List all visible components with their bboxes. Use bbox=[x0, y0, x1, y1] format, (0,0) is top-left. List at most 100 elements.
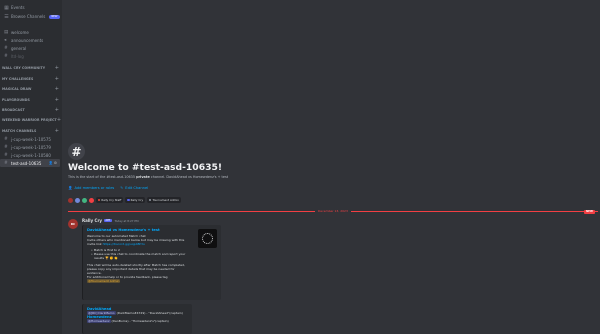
new-badge: NEW bbox=[584, 209, 595, 214]
channel-general[interactable]: # general bbox=[0, 45, 62, 53]
channel-label: announcements bbox=[11, 38, 44, 44]
channel-j-cup-10579[interactable]: # j-cup-week-1-10579 bbox=[0, 144, 62, 152]
sidebar-item-events[interactable]: ▦ Events bbox=[0, 3, 62, 12]
category-label: WEEKEND WARRIOR PROJECT bbox=[2, 118, 57, 123]
team-line: @Homewdenz (DenBurns) - "Homewdenz's"(ca… bbox=[87, 319, 188, 324]
role-label: Rally Cry bbox=[130, 198, 144, 202]
channel-label: j-cup-week-1-10575 bbox=[11, 137, 51, 143]
category-weekend-warrior[interactable]: WEEKEND WARRIOR PROJECT + bbox=[0, 115, 62, 125]
calendar-icon: ▦ bbox=[4, 4, 9, 11]
add-channel-icon[interactable]: + bbox=[55, 86, 59, 92]
subtitle-private: private bbox=[136, 175, 150, 179]
channel-hash-icon: # bbox=[68, 143, 85, 160]
category-label: BROADCAST bbox=[2, 107, 25, 112]
welcome-title: Welcome to #test-asd-10635! bbox=[68, 162, 223, 173]
announcement-icon: ◂ bbox=[4, 38, 7, 44]
avatar[interactable] bbox=[75, 197, 80, 203]
team-line-text: (DarkMemo#4729) - "DavidAhead"(captain) bbox=[115, 311, 183, 315]
browse-icon: ☰ bbox=[4, 13, 9, 20]
category-magical-draw[interactable]: MAGICAL DRAW + bbox=[0, 84, 62, 94]
welcome-subtitle: This is the start of the #test-asd-10635… bbox=[68, 175, 228, 179]
embed-thumbnail[interactable] bbox=[198, 229, 217, 248]
channel-welcome[interactable]: ▤ welcome bbox=[0, 29, 62, 37]
discord-window: ▦ Events ☰ Browse Channels NEW ▤ welcome… bbox=[0, 0, 600, 334]
add-channel-icon[interactable]: + bbox=[55, 65, 59, 71]
welcome-actions: 👤 Add members or roles ✎ Edit Channel bbox=[68, 186, 148, 190]
channel-j-cup-10580[interactable]: # j-cup-week-1-10580 bbox=[0, 152, 62, 160]
role-pill-staff[interactable]: Rally Cry Staff bbox=[96, 197, 124, 203]
category-wall-cry-community[interactable]: WALL CRY COMMUNITY + bbox=[0, 63, 62, 73]
hash-icon: # bbox=[4, 160, 8, 166]
channel-label: general bbox=[11, 45, 27, 51]
subtitle-text: channel. DavidAhead vs Homewdenz's + tes… bbox=[149, 175, 229, 179]
add-channel-icon[interactable]: + bbox=[55, 76, 59, 82]
role-color-dot bbox=[98, 198, 101, 202]
add-members-label: Add members or roles bbox=[74, 186, 115, 190]
channel-announcements[interactable]: ◂ announcements bbox=[0, 37, 62, 45]
hash-icon: # bbox=[4, 137, 8, 143]
subtitle-text: This is the start of the #test-asd-10635 bbox=[68, 175, 137, 179]
category-label: PLAYGROUNDS bbox=[2, 97, 30, 102]
channel-label: j-cup-week-1-10579 bbox=[11, 145, 51, 151]
category-label: MY CHALLENGES bbox=[2, 76, 34, 81]
category-match-channels[interactable]: MATCH CHANNELS + bbox=[0, 126, 62, 136]
divider-date: December 13, 2023 bbox=[315, 209, 351, 213]
role-mention[interactable]: @Tournament Admin bbox=[87, 278, 121, 283]
channel-sidebar: ▦ Events ☰ Browse Channels NEW ▤ welcome… bbox=[0, 0, 62, 334]
channel-label: j-cup-week-1-10580 bbox=[11, 152, 51, 158]
avatar[interactable] bbox=[82, 197, 87, 203]
team-line-text: (DenBurns) - "Homewdenz's"(captain) bbox=[110, 319, 169, 324]
category-broadcast[interactable]: BROADCAST + bbox=[0, 105, 62, 115]
channel-test-asd-10635[interactable]: # test-asd-10635 👤 ⚙ bbox=[0, 159, 60, 168]
logo-ring-icon bbox=[202, 233, 213, 244]
rules-icon: ▤ bbox=[4, 30, 9, 36]
edit-channel-link[interactable]: ✎ Edit Channel bbox=[120, 186, 148, 190]
hash-icon: # bbox=[4, 145, 8, 151]
add-channel-icon[interactable]: + bbox=[55, 107, 59, 113]
hash-icon: # bbox=[4, 45, 8, 51]
invite-link[interactable]: https://discord.gg/uqp48hYu bbox=[103, 242, 145, 246]
sidebar-item-browse-channels[interactable]: ☰ Browse Channels NEW bbox=[0, 12, 62, 21]
role-label: Tournament Admin bbox=[152, 198, 179, 202]
embed-text: invite link bbox=[87, 242, 103, 247]
role-label: Rally Cry Staff bbox=[101, 198, 122, 202]
chat-area: # Welcome to #test-asd-10635! This is th… bbox=[62, 0, 600, 334]
app-tag: APP bbox=[104, 218, 112, 223]
hash-icon: # bbox=[4, 53, 8, 59]
add-channel-icon[interactable]: + bbox=[57, 117, 61, 123]
category-label: MATCH CHANNELS bbox=[2, 128, 37, 133]
message-header: Rally Cry APP Today at 8:27 PM bbox=[82, 218, 139, 223]
role-color-dot bbox=[127, 198, 130, 202]
user-mention[interactable]: @Homewdenz bbox=[87, 319, 111, 324]
channel-label: test-asd-10635 bbox=[11, 160, 42, 166]
embed-line: @Tournament Admin bbox=[87, 278, 217, 283]
role-pill-tournament-admin[interactable]: Tournament Admin bbox=[147, 197, 181, 203]
new-badge: NEW bbox=[49, 14, 60, 19]
edit-channel-label: Edit Channel bbox=[125, 186, 149, 190]
message-embed-teams: DavidAhead @[RC] DarkMemo (DarkMemo#4729… bbox=[82, 304, 192, 334]
avatar[interactable] bbox=[68, 197, 73, 203]
category-my-challenges[interactable]: MY CHALLENGES + bbox=[0, 74, 62, 84]
channel-ltd-log[interactable]: # ltd-log bbox=[0, 52, 62, 60]
category-label: WALL CRY COMMUNITY bbox=[2, 66, 46, 71]
add-channel-icon[interactable]: + bbox=[55, 97, 59, 103]
message-author[interactable]: Rally Cry bbox=[82, 218, 102, 223]
avatar[interactable] bbox=[89, 197, 94, 203]
add-user-icon: 👤 bbox=[68, 186, 73, 190]
message-timestamp: Today at 8:27 PM bbox=[114, 218, 139, 223]
add-channel-icon[interactable]: + bbox=[55, 128, 59, 134]
hash-icon: # bbox=[4, 152, 8, 158]
channel-label: welcome bbox=[11, 30, 29, 36]
role-pill-rally-cry[interactable]: Rally Cry bbox=[125, 197, 146, 203]
category-label: MAGICAL DRAW bbox=[2, 87, 32, 92]
invite-icon[interactable]: 👤 bbox=[49, 161, 53, 165]
channel-access-row: Rally Cry Staff Rally Cry Tournament Adm… bbox=[68, 197, 181, 203]
avatar[interactable]: RC bbox=[68, 219, 78, 229]
sidebar-item-label: Events bbox=[11, 5, 25, 10]
gear-icon[interactable]: ⚙ bbox=[54, 161, 57, 165]
message-embed: DavidAhead vs Homewdenz's + test Welcome… bbox=[82, 225, 221, 300]
category-playgrounds[interactable]: PLAYGROUNDS + bbox=[0, 94, 62, 104]
add-members-link[interactable]: 👤 Add members or roles bbox=[68, 186, 114, 190]
channel-j-cup-10575[interactable]: # j-cup-week-1-10575 bbox=[0, 136, 62, 144]
pencil-icon: ✎ bbox=[120, 186, 124, 190]
